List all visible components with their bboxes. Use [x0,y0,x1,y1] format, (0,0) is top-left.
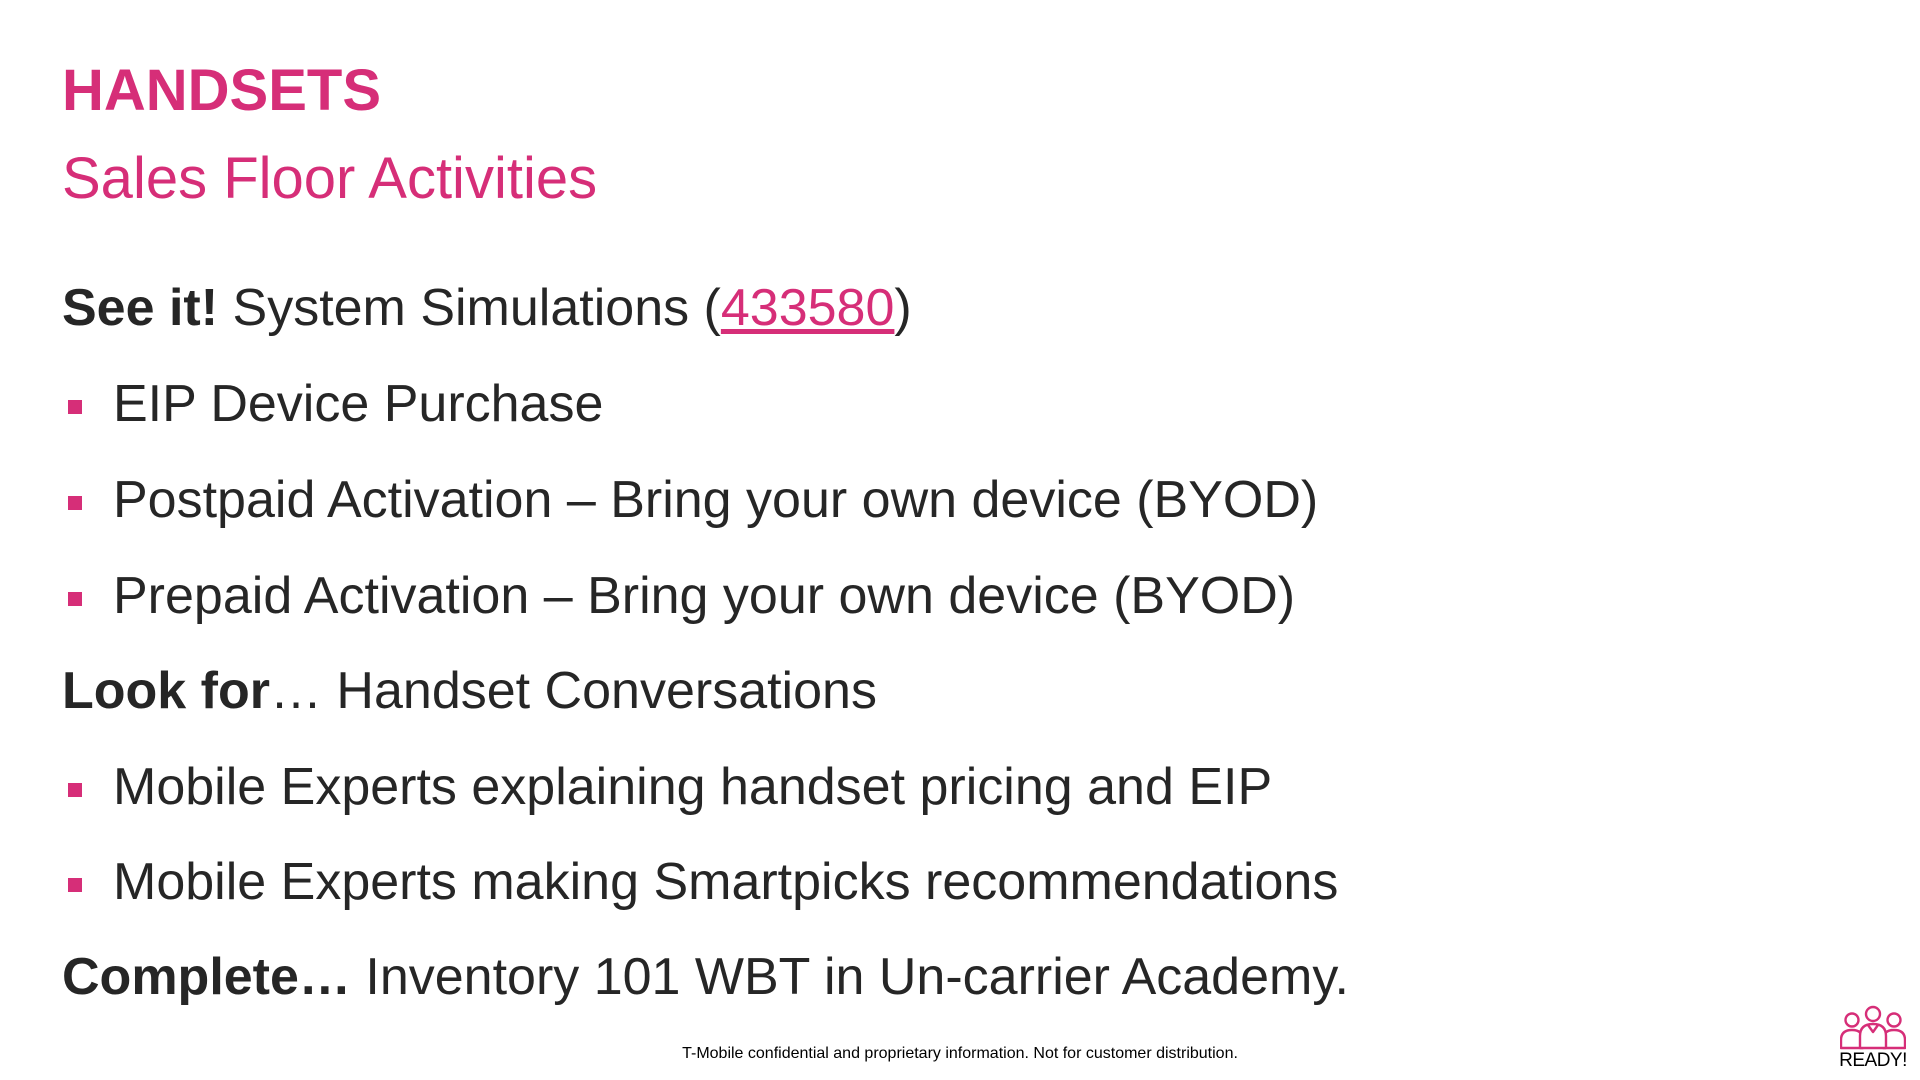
slide-title: HANDSETS [62,58,382,123]
complete-line: Complete… Inventory 101 WBT in Un-carrie… [62,951,1349,1003]
see-it-text: System Simulations ( [218,279,721,337]
square-bullet-icon [68,400,82,414]
slide-subtitle: Sales Floor Activities [62,146,598,211]
square-bullet-icon [68,783,82,797]
look-for-lead: Look for [62,662,270,720]
list-item-text: EIP Device Purchase [113,375,604,433]
square-bullet-icon [68,592,82,606]
list-item-text: Mobile Experts making Smartpicks recomme… [113,853,1339,911]
square-bullet-icon [68,878,82,892]
see-it-line: See it! System Simulations (433580) [62,282,912,334]
look-for-line: Look for… Handset Conversations [62,665,877,717]
look-for-text: … Handset Conversations [269,662,877,720]
ready-logo: READY! [1836,1004,1910,1070]
list-item-text: Mobile Experts explaining handset pricin… [113,758,1273,816]
complete-text: Inventory 101 WBT in Un-carrier Academy. [350,948,1349,1006]
list-item-text: Prepaid Activation – Bring your own devi… [113,567,1296,625]
course-link[interactable]: 433580 [721,279,895,337]
square-bullet-icon [68,496,82,510]
logo-label: READY! [1839,1050,1907,1071]
confidentiality-footer: T-Mobile confidential and proprietary in… [682,1045,1238,1062]
list-item-text: Postpaid Activation – Bring your own dev… [113,471,1319,529]
complete-lead: Complete… [62,948,351,1006]
people-group-icon [1840,1005,1906,1050]
see-it-close: ) [894,279,912,337]
see-it-lead: See it! [62,279,219,337]
